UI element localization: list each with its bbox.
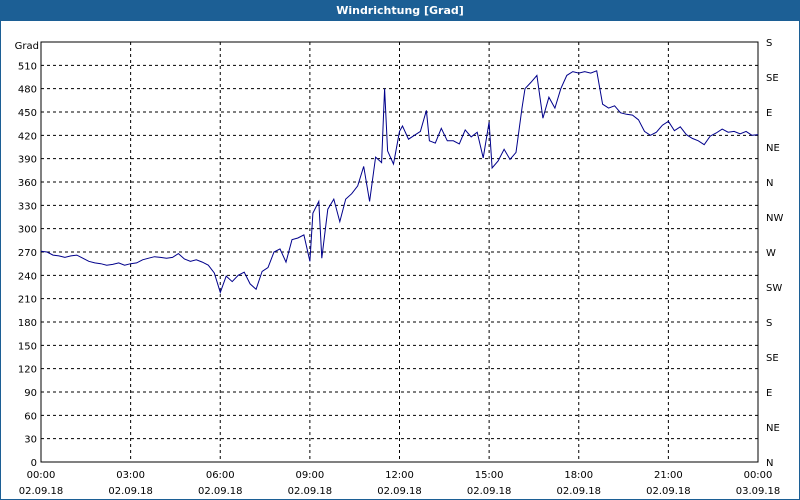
y-tick-label: 480 (18, 85, 37, 96)
y-tick-label: 30 (24, 435, 37, 446)
chart-window: Windrichtung [Grad] Grad 0 30 60 90 120 150 18… (0, 0, 800, 500)
y-tick-label: 420 (18, 131, 37, 142)
x-tick-time: 00:00 (744, 470, 773, 481)
y2-tick-label: N (766, 178, 773, 189)
y2-tick-label: E (766, 388, 772, 399)
y-tick-label: 150 (18, 341, 37, 352)
wind-direction-chart: Grad 0 30 60 90 120 150 180 210 240 270 300 330 360 3… (15, 38, 784, 497)
x-tick-date: 03.09.18 (736, 486, 781, 497)
y-tick-label: 300 (18, 225, 37, 236)
y-tick-label: 180 (18, 318, 37, 329)
x-tick-date: 02.09.18 (288, 486, 333, 497)
x-tick-time: 09:00 (295, 470, 324, 481)
y-tick-label: 0 (31, 458, 37, 469)
y2-tick-label: SE (766, 73, 779, 84)
y-axis-label: Grad (15, 41, 39, 52)
y2-tick-label: NE (766, 143, 780, 154)
y-tick-label: 360 (18, 178, 37, 189)
x-tick-date: 02.09.18 (556, 486, 601, 497)
y2-tick-label: W (766, 248, 776, 259)
y-axis-ticks: 0 30 60 90 120 150 180 210 240 270 300 330 360 390 420… (18, 61, 37, 469)
x-tick-time: 03:00 (116, 470, 145, 481)
y2-tick-label: SE (766, 353, 779, 364)
x-tick-time: 21:00 (654, 470, 683, 481)
y-tick-label: 210 (18, 295, 37, 306)
window-title: Windrichtung [Grad] (1, 1, 799, 21)
x-tick-date: 02.09.18 (377, 486, 422, 497)
x-tick-time: 00:00 (27, 470, 56, 481)
y-tick-label: 60 (24, 411, 37, 422)
y-tick-label: 510 (18, 61, 37, 72)
y-tick-label: 330 (18, 201, 37, 212)
x-tick-date: 02.09.18 (108, 486, 153, 497)
x-axis-ticks: 00:00 02.09.18 03:00 02.09.18 06:00 02.09.18 0… (19, 470, 781, 497)
x-tick-date: 02.09.18 (467, 486, 512, 497)
y2-axis-ticks: N NE E SE S SW W NW N NE E SE S (766, 38, 783, 469)
y2-tick-label: S (766, 318, 772, 329)
y-tick-label: 120 (18, 365, 37, 376)
y2-tick-label: S (766, 38, 772, 49)
y-tick-label: 450 (18, 108, 37, 119)
x-tick-date: 02.09.18 (646, 486, 691, 497)
y-tick-label: 390 (18, 155, 37, 166)
x-tick-time: 18:00 (564, 470, 593, 481)
x-tick-time: 15:00 (475, 470, 504, 481)
y2-tick-label: E (766, 108, 772, 119)
x-tick-date: 02.09.18 (19, 486, 64, 497)
y-tick-label: 240 (18, 271, 37, 282)
y-tick-label: 90 (24, 388, 37, 399)
y2-tick-label: N (766, 458, 773, 469)
x-tick-time: 06:00 (206, 470, 235, 481)
y-tick-label: 270 (18, 248, 37, 259)
y2-tick-label: SW (766, 283, 782, 294)
y2-tick-label: NW (766, 213, 783, 224)
x-tick-date: 02.09.18 (198, 486, 243, 497)
x-tick-time: 12:00 (385, 470, 414, 481)
y2-tick-label: NE (766, 423, 780, 434)
